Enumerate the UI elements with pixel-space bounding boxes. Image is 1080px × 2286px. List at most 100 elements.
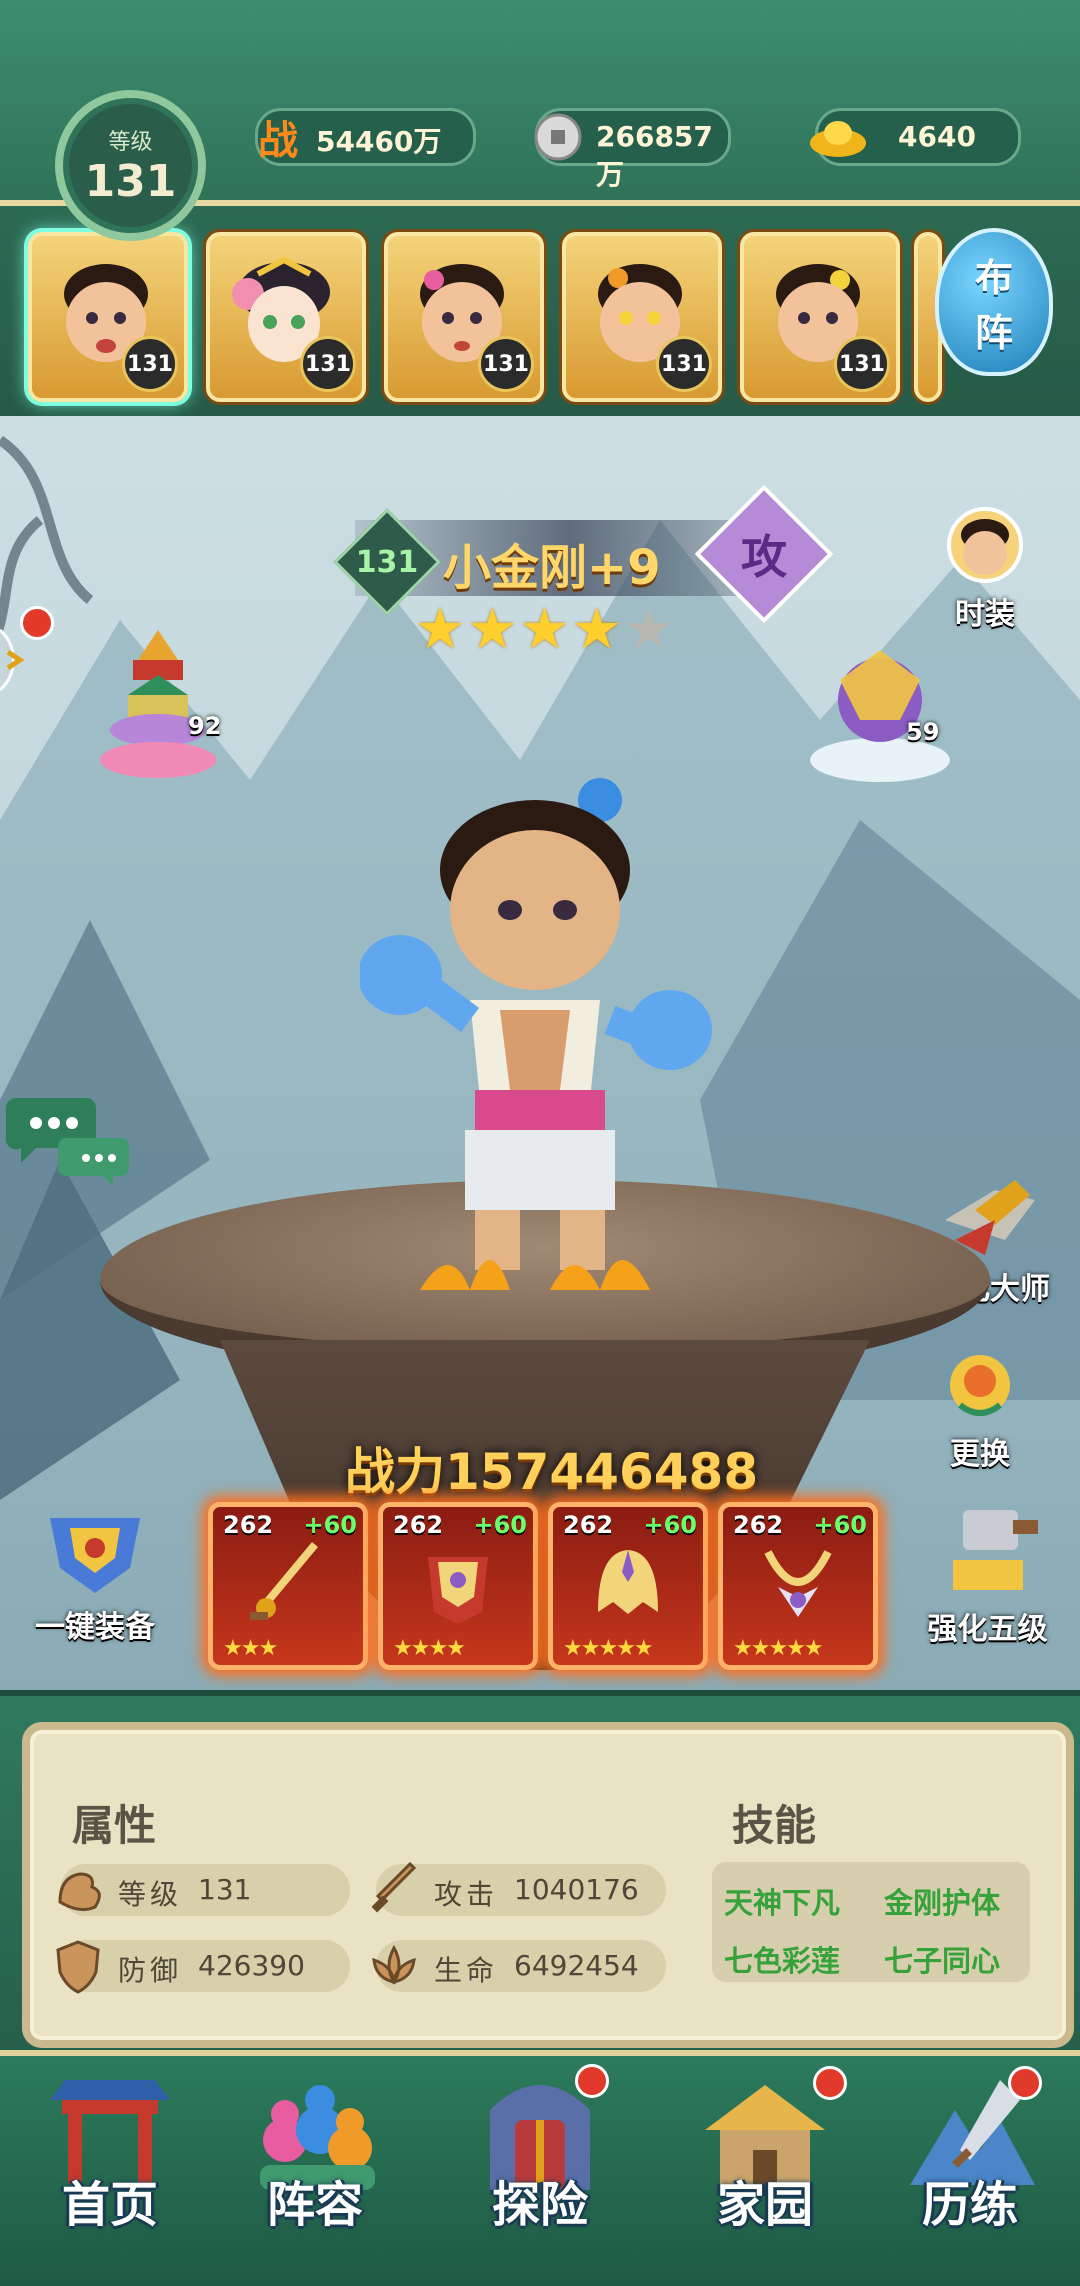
- attr-hp-label: 生命: [434, 1954, 499, 1987]
- hero-level-badge: 131: [478, 336, 534, 392]
- equipment-level: 262: [563, 1511, 614, 1539]
- hero-star-rating: ★ ★ ★ ★ ★: [415, 600, 715, 670]
- nav-training[interactable]: 历练: [870, 2066, 1070, 2280]
- star-icon: ★: [415, 597, 466, 662]
- pagoda-count: 92: [188, 712, 222, 740]
- attr-defense-label: 防御: [118, 1954, 183, 1987]
- swap-icon: [950, 1355, 1010, 1416]
- armor-icon: [50, 1518, 140, 1593]
- mount-item[interactable]: 59: [800, 630, 960, 790]
- skill-4[interactable]: 七子同心: [884, 1938, 1000, 1980]
- necklace-icon: [764, 1550, 832, 1617]
- enhance-level5-button[interactable]: 强化五级: [900, 1500, 1075, 1650]
- coin-value: 266857万: [596, 120, 713, 191]
- player-level-label: 等级: [108, 130, 153, 155]
- player-level-value: 131: [84, 156, 177, 207]
- mount-count: 59: [906, 718, 940, 746]
- hero-level-badge: 131: [834, 336, 890, 392]
- fashion-button[interactable]: 时装: [930, 505, 1040, 632]
- equip-all-label: 一键装备: [35, 1610, 155, 1645]
- skills-title: 技能: [732, 1801, 817, 1850]
- hero-card-2[interactable]: 131: [206, 232, 366, 402]
- fashion-label: 时装: [955, 597, 1015, 632]
- attr-hp-value: 6492454: [514, 1949, 639, 1982]
- pagoda-icon: [100, 630, 216, 778]
- hero-level-badge: 131: [300, 336, 356, 392]
- armor-icon: [428, 1557, 488, 1624]
- combat-power-value: 战力157446488: [345, 1443, 759, 1501]
- hero-model: [360, 778, 712, 1290]
- mount-icon: [810, 650, 950, 782]
- equipment-stars: ★★★★★: [733, 1636, 824, 1661]
- hero-card-3[interactable]: 131: [384, 232, 544, 402]
- skill-1[interactable]: 天神下凡: [724, 1880, 840, 1922]
- nav-explore-label: 探险: [491, 2177, 588, 2233]
- hero-level-value: 131: [355, 544, 419, 580]
- equipment-stars: ★★★★★: [563, 1636, 654, 1661]
- coin-currency[interactable]: 266857万: [534, 108, 731, 191]
- nav-training-label: 历练: [921, 2177, 1018, 2233]
- nav-explore[interactable]: 探险: [440, 2064, 640, 2280]
- attr-defense-value: 426390: [198, 1949, 305, 1982]
- star-icon: ★: [571, 597, 622, 662]
- equipment-slot-armor[interactable]: 262 +60 ★★★★: [378, 1502, 538, 1670]
- equipment-level: 262: [733, 1511, 784, 1539]
- nav-lineup[interactable]: 阵容: [215, 2070, 415, 2280]
- combat-value: 54460万: [316, 125, 442, 158]
- attr-hp: 生命 6492454: [372, 1940, 666, 1992]
- hammer-icon: [952, 1510, 1038, 1590]
- player-level-badge[interactable]: 等级 131: [55, 90, 206, 241]
- notification-dot: [813, 2066, 847, 2100]
- lineup-button[interactable]: 布 阵: [935, 228, 1053, 376]
- skill-3[interactable]: 七色彩莲: [724, 1938, 840, 1980]
- fashion-icon: [947, 507, 1023, 583]
- hero-level-badge: 131: [656, 336, 712, 392]
- equipment-slot-helmet[interactable]: 262 +60 ★★★★★: [548, 1502, 708, 1670]
- sword-icon: [371, 1862, 417, 1913]
- enhance-level5-label: 强化五级: [927, 1612, 1048, 1647]
- attr-defense: 防御 426390: [56, 1940, 350, 1994]
- skill-2[interactable]: 金刚护体: [884, 1880, 1000, 1922]
- ingot-value: 4640: [898, 120, 976, 153]
- ingot-currency[interactable]: 4640: [810, 108, 1021, 166]
- ingot-icon: [808, 107, 868, 167]
- notification-dot: [1008, 2066, 1042, 2100]
- pagoda-item[interactable]: 92: [88, 620, 228, 790]
- chat-icon[interactable]: [5, 1088, 136, 1188]
- nav-homeland-label: 家园: [716, 2177, 813, 2233]
- helmet-icon: [598, 1550, 658, 1614]
- lineup-label-1: 布: [974, 256, 1013, 300]
- notification-dot: [575, 2064, 609, 2098]
- equipment-slot-weapon[interactable]: 262 +60 ★★★: [208, 1502, 368, 1670]
- hero-level-badge: 131: [122, 336, 178, 392]
- equipment-stars: ★★★★: [393, 1636, 466, 1661]
- combat-currency[interactable]: 战 54460万: [255, 108, 476, 166]
- star-icon: ★: [519, 597, 570, 662]
- coin-icon: [528, 107, 588, 167]
- nav-home[interactable]: 首页: [10, 2070, 210, 2280]
- equipment-level: 262: [393, 1511, 444, 1539]
- attr-attack-label: 攻击: [434, 1878, 499, 1911]
- equipment-bonus: +60: [303, 1511, 357, 1539]
- hero-card-4[interactable]: 131: [562, 232, 722, 402]
- attr-level: 等级 131: [58, 1864, 350, 1916]
- equipment-slot-accessory[interactable]: 262 +60 ★★★★★: [718, 1502, 878, 1670]
- swap-label: 更换: [950, 1437, 1010, 1472]
- side-expand-arrow[interactable]: [0, 620, 40, 700]
- attr-attack-value: 1040176: [514, 1873, 639, 1906]
- star-icon: ★: [623, 597, 675, 662]
- nav-homeland[interactable]: 家园: [665, 2066, 865, 2280]
- swap-button[interactable]: 更换: [920, 1345, 1040, 1472]
- hero-card-5[interactable]: 131: [740, 232, 900, 402]
- nav-home-label: 首页: [61, 2177, 158, 2233]
- hero-card-1[interactable]: 131: [28, 232, 188, 402]
- attributes-title: 属性: [72, 1801, 157, 1850]
- shield-icon: [56, 1940, 100, 1994]
- equipment-stars: ★★★: [223, 1636, 278, 1661]
- equipment-bonus: +60: [643, 1511, 697, 1539]
- sword-icon: [250, 1542, 318, 1620]
- nav-lineup-label: 阵容: [266, 2177, 363, 2233]
- lotus-icon: [372, 1944, 416, 1985]
- lineup-label-2: 阵: [974, 311, 1013, 355]
- equip-all-button[interactable]: 一键装备: [10, 1498, 180, 1648]
